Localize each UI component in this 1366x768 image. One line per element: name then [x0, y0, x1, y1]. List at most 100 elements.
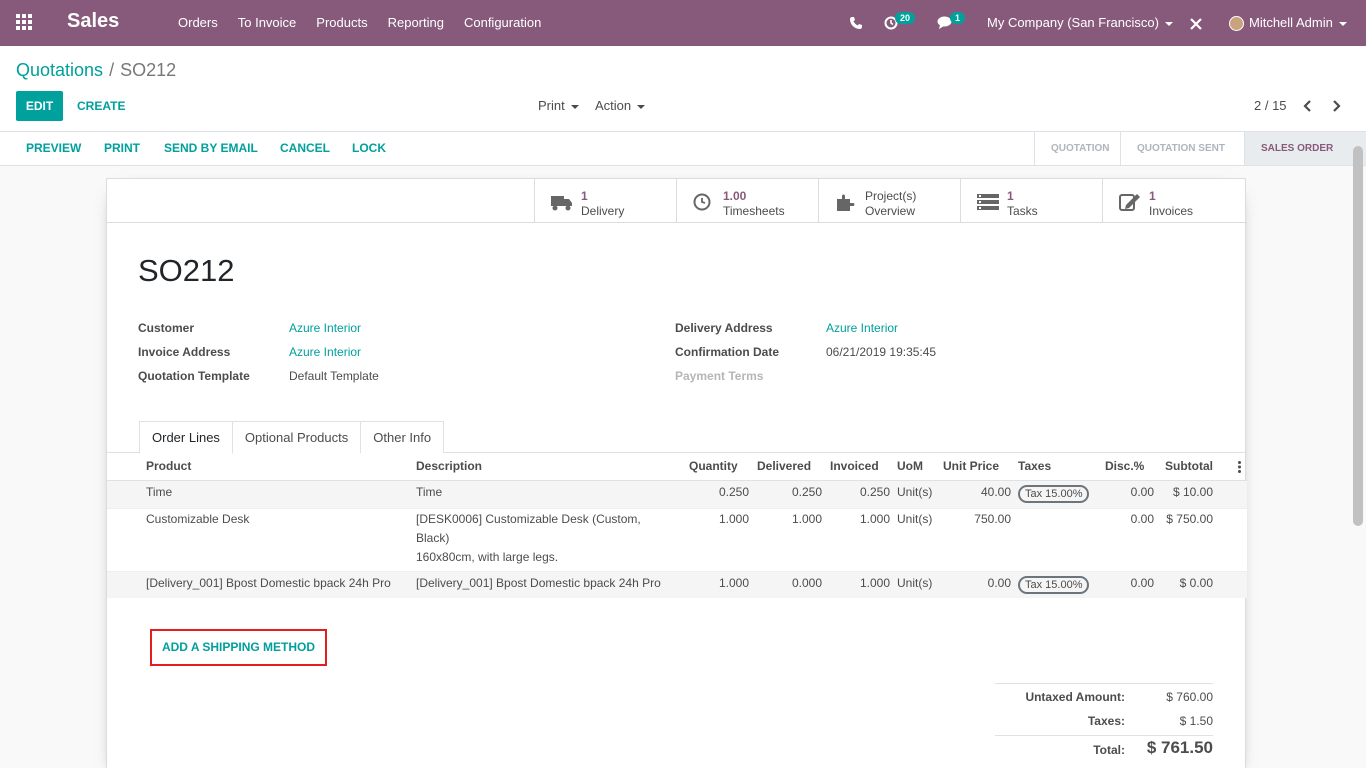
col-quantity[interactable]: Quantity [689, 459, 738, 473]
delivery-smart-button[interactable]: 1 Delivery [534, 179, 676, 223]
col-uom[interactable]: UoM [897, 459, 923, 473]
activity-clock-icon[interactable] [884, 0, 898, 46]
cancel-button[interactable]: CANCEL [280, 132, 330, 165]
create-button[interactable]: CREATE [77, 91, 125, 121]
line-quantity: 1.000 [718, 512, 749, 526]
menu-to-invoice[interactable]: To Invoice [228, 0, 307, 46]
tab-optional-products[interactable]: Optional Products [231, 421, 362, 453]
col-taxes[interactable]: Taxes [1018, 459, 1051, 473]
customer-link[interactable]: Azure Interior [289, 321, 361, 335]
line-uom: Unit(s) [897, 485, 933, 499]
col-invoiced[interactable]: Invoiced [830, 459, 879, 473]
form-sheet: 1 Delivery 1.00 Timesheets Project(s) Ov… [106, 178, 1247, 768]
breadcrumb-quotations[interactable]: Quotations [16, 60, 103, 80]
company-switcher[interactable]: My Company (San Francisco) [987, 0, 1173, 46]
total-label: Total: [1093, 743, 1125, 757]
chevron-down-icon [1164, 21, 1173, 26]
pager-previous-icon[interactable] [1300, 98, 1316, 114]
table-row[interactable] [107, 508, 1247, 571]
delivery-address-link[interactable]: Azure Interior [826, 321, 898, 335]
tasks-smart-button[interactable]: 1 Tasks [960, 179, 1102, 223]
action-dropdown[interactable]: Action [595, 91, 646, 121]
col-delivered[interactable]: Delivered [757, 459, 811, 473]
truck-icon [551, 196, 572, 211]
phone-icon[interactable] [850, 0, 862, 46]
puzzle-icon [837, 194, 855, 211]
line-product: Time [146, 485, 173, 499]
action-dropdown-label: Action [595, 98, 632, 113]
top-navbar: Sales Orders To Invoice Products Reporti… [0, 0, 1366, 46]
line-description: [DESK0006] Customizable Desk (Custom, [416, 512, 641, 526]
menu-reporting[interactable]: Reporting [378, 0, 454, 46]
taxes-value: $ 1.50 [1179, 714, 1213, 728]
col-unit-price[interactable]: Unit Price [943, 459, 999, 473]
messages-icon[interactable] [937, 0, 952, 46]
stage-quotation[interactable]: QUOTATION [1034, 132, 1120, 165]
smart-buttons: 1 Delivery 1.00 Timesheets Project(s) Ov… [107, 179, 1247, 223]
pager-next-icon[interactable] [1328, 98, 1344, 114]
add-shipping-method-button[interactable]: ADD A SHIPPING METHOD [150, 629, 327, 666]
invoice-address-link[interactable]: Azure Interior [289, 345, 361, 359]
line-subtotal: $ 10.00 [1172, 485, 1213, 499]
col-discount[interactable]: Disc.% [1105, 459, 1144, 473]
company-name: My Company (San Francisco) [987, 15, 1159, 30]
timesheets-value: 1.00 [723, 189, 747, 203]
col-description[interactable]: Description [416, 459, 482, 473]
line-quantity: 0.250 [718, 485, 749, 499]
breadcrumb-separator: / [109, 60, 115, 80]
tasks-count: 1 [1007, 189, 1014, 203]
edit-button[interactable]: EDIT [16, 91, 63, 121]
overview-label: Overview [865, 204, 916, 218]
stage-quotation-sent[interactable]: QUOTATION SENT [1120, 132, 1244, 165]
send-by-email-button[interactable]: SEND BY EMAIL [164, 132, 258, 165]
invoices-label: Invoices [1149, 204, 1194, 218]
line-invoiced: 0.250 [859, 485, 890, 499]
invoices-smart-button[interactable]: 1 Invoices [1102, 179, 1244, 223]
line-delivered: 0.000 [791, 576, 822, 590]
print-dropdown[interactable]: Print [538, 91, 579, 121]
line-product: [Delivery_001] Bpost Domestic bpack 24h … [146, 576, 391, 590]
tasks-icon [977, 194, 999, 210]
preview-button[interactable]: PREVIEW [26, 132, 81, 165]
taxes-label: Taxes: [1087, 714, 1125, 728]
project-label: Project(s) [865, 189, 917, 203]
timesheets-smart-button[interactable]: 1.00 Timesheets [676, 179, 818, 223]
user-name: Mitchell Admin [1249, 15, 1333, 30]
line-subtotal: $ 0.00 [1179, 576, 1213, 590]
lock-button[interactable]: LOCK [352, 132, 386, 165]
tab-other-info[interactable]: Other Info [360, 421, 445, 453]
breadcrumb-current: SO212 [120, 60, 177, 80]
delivery-label: Delivery [581, 204, 625, 218]
debug-tools-icon[interactable] [1189, 0, 1203, 46]
menu-configuration[interactable]: Configuration [454, 0, 551, 46]
invoices-count: 1 [1149, 189, 1156, 203]
tab-order-lines[interactable]: Order Lines [139, 421, 233, 454]
totals-divider [995, 683, 1213, 684]
totals-divider [995, 735, 1213, 736]
apps-menu-icon[interactable] [16, 14, 34, 32]
customer-label: Customer [138, 321, 195, 335]
confirmation-date-value: 06/21/2019 19:35:45 [826, 345, 937, 359]
print-button[interactable]: PRINT [104, 132, 140, 165]
menu-products[interactable]: Products [306, 0, 377, 46]
tax-tag: Tax 15.00% [1018, 576, 1090, 594]
page-scrollbar[interactable] [1353, 146, 1363, 526]
stage-sales-order[interactable]: SALES ORDER [1244, 132, 1366, 165]
line-description: Time [416, 485, 443, 499]
menu-orders[interactable]: Orders [168, 0, 228, 46]
col-subtotal[interactable]: Subtotal [1165, 459, 1213, 473]
column-options-icon[interactable] [1238, 461, 1241, 473]
total-value: $ 761.50 [1146, 738, 1213, 757]
app-title[interactable]: Sales [67, 10, 119, 33]
chevron-down-icon [570, 104, 579, 109]
untaxed-amount-value: $ 760.00 [1166, 690, 1213, 704]
col-product[interactable]: Product [146, 459, 191, 473]
project-overview-smart-button[interactable]: Project(s) Overview [818, 179, 960, 223]
line-description-2: Black) [416, 531, 450, 545]
line-discount: 0.00 [1130, 485, 1154, 499]
line-unit-price: 750.00 [974, 512, 1011, 526]
pager-value[interactable]: 2 / 15 [1254, 91, 1287, 121]
line-product: Customizable Desk [146, 512, 250, 526]
line-discount: 0.00 [1130, 512, 1154, 526]
user-menu[interactable]: Mitchell Admin [1229, 0, 1347, 46]
